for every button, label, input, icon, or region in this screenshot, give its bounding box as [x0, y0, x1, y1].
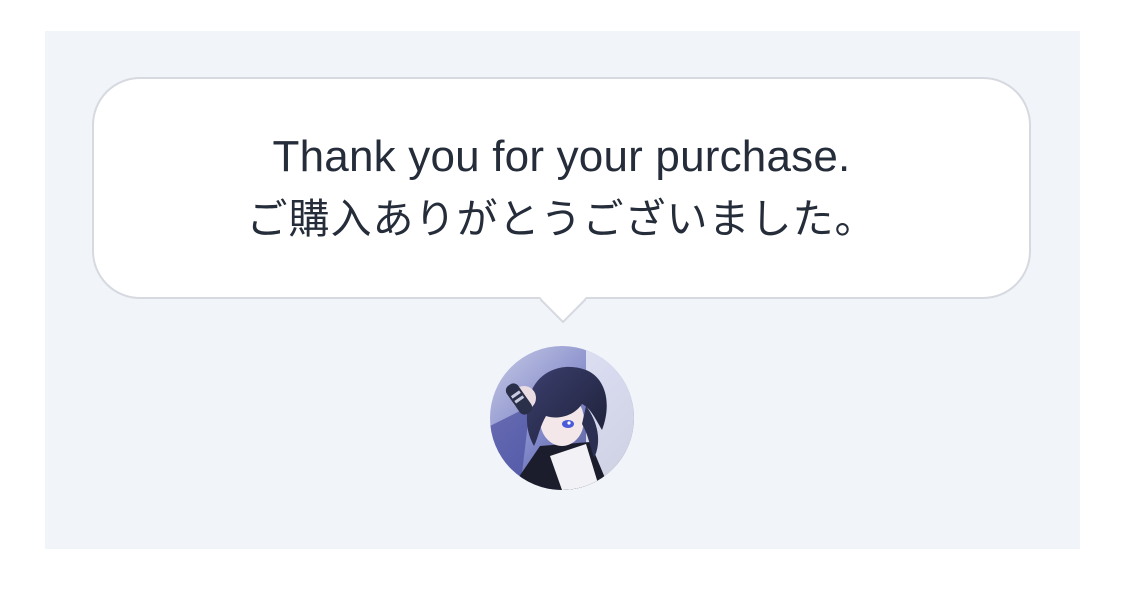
- character-avatar-icon: [490, 346, 634, 490]
- speech-bubble-tail: [540, 297, 586, 323]
- speech-bubble: Thank you for your purchase. ご購入ありがとうござい…: [92, 77, 1031, 299]
- message-english: Thank you for your purchase.: [272, 132, 851, 181]
- message-japanese: ご購入ありがとうございました。: [246, 196, 877, 242]
- avatar[interactable]: [490, 346, 634, 490]
